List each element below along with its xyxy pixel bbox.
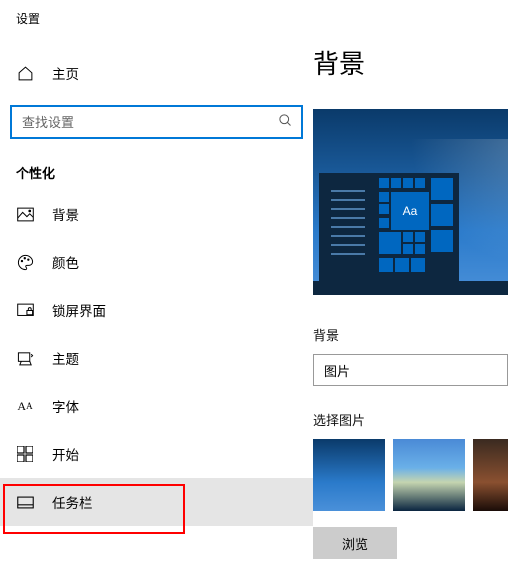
browse-button[interactable]: 浏览 <box>313 527 397 559</box>
image-thumbnail[interactable] <box>393 439 465 511</box>
main-panel: 背景 Aa <box>313 0 532 577</box>
sidebar: 设置 主页 个性化 <box>0 0 313 577</box>
start-icon <box>16 445 34 463</box>
sidebar-item-lockscreen[interactable]: 锁屏界面 <box>0 286 313 334</box>
image-thumbnail[interactable] <box>313 439 385 511</box>
preview-sample-tile: Aa <box>391 192 429 230</box>
search-icon <box>278 113 293 131</box>
window-title: 设置 <box>0 0 313 27</box>
desktop-preview: Aa <box>313 109 508 295</box>
page-title: 背景 <box>313 0 532 81</box>
sidebar-item-label: 颜色 <box>52 252 79 272</box>
sidebar-item-themes[interactable]: 主题 <box>0 334 313 382</box>
sidebar-item-colors[interactable]: 颜色 <box>0 238 313 286</box>
sidebar-item-background[interactable]: 背景 <box>0 190 313 238</box>
themes-icon <box>16 349 34 367</box>
sidebar-item-fonts[interactable]: AA 字体 <box>0 382 313 430</box>
sidebar-item-start[interactable]: 开始 <box>0 430 313 478</box>
dropdown-value: 图片 <box>324 361 350 380</box>
home-label: 主页 <box>52 63 79 83</box>
palette-icon <box>16 253 34 271</box>
sidebar-item-taskbar[interactable]: 任务栏 <box>0 478 313 526</box>
search-input[interactable] <box>22 115 278 130</box>
sidebar-item-label: 开始 <box>52 444 79 464</box>
choose-image-label: 选择图片 <box>313 410 532 429</box>
personalization-section-title: 个性化 <box>0 139 313 190</box>
background-type-dropdown[interactable]: 图片 <box>313 354 508 386</box>
search-input-container[interactable] <box>10 105 303 139</box>
sidebar-item-label: 字体 <box>52 396 79 416</box>
image-thumbnail[interactable] <box>473 439 508 511</box>
sidebar-item-label: 锁屏界面 <box>52 300 106 320</box>
sidebar-item-label: 任务栏 <box>52 492 93 512</box>
home-button[interactable]: 主页 <box>0 53 313 93</box>
image-icon <box>16 205 34 223</box>
sidebar-item-label: 背景 <box>52 204 79 224</box>
taskbar-icon <box>16 493 34 511</box>
background-field-label: 背景 <box>313 325 532 344</box>
image-thumbnails <box>313 439 508 511</box>
home-icon <box>16 64 34 82</box>
lockscreen-icon <box>16 301 34 319</box>
sidebar-item-label: 主题 <box>52 348 79 368</box>
font-icon: AA <box>16 397 34 415</box>
